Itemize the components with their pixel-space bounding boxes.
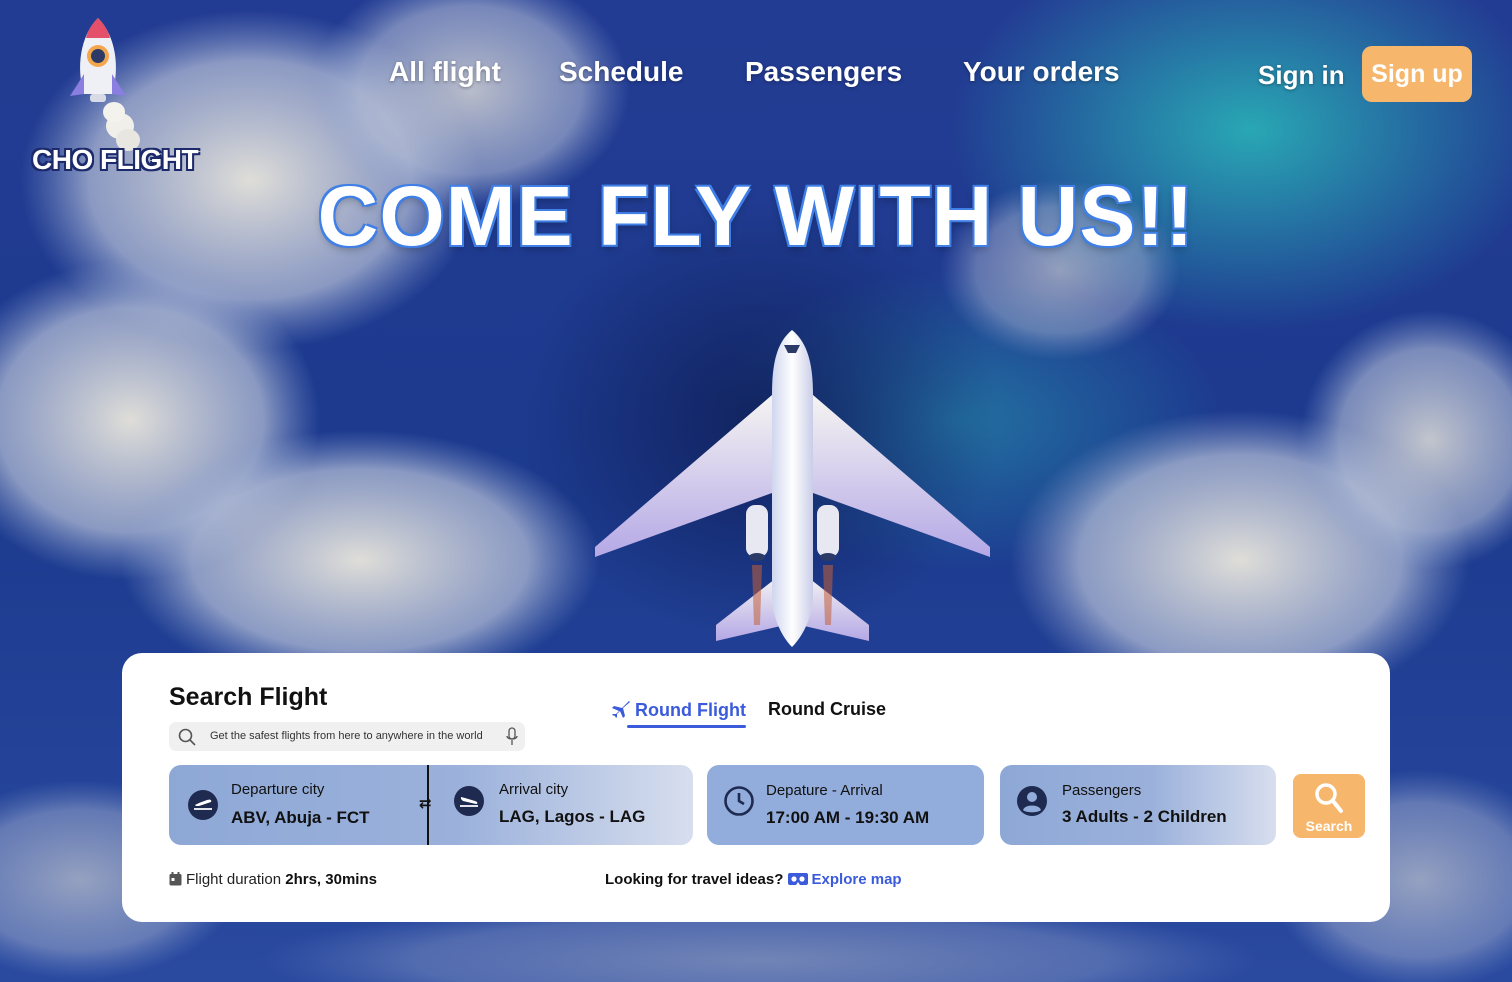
explore-map-label: Explore map [811,871,902,888]
sign-up-button[interactable]: Sign up [1362,46,1472,102]
travel-ideas-text: Looking for travel ideas? [605,871,784,888]
active-tab-indicator [627,725,746,728]
nav-link-passengers[interactable]: Passengers [745,56,902,88]
duration-label: Flight duration [186,871,282,888]
plane-landing-icon [454,786,484,816]
search-button[interactable]: Search [1293,774,1365,838]
vr-map-icon [787,873,808,885]
microphone-icon[interactable] [506,727,518,746]
search-button-label: Search [1305,818,1353,834]
duration-value: 2hrs, 30mins [285,871,377,888]
search-flight-card: Search Flight Get the safest flights fro… [122,653,1390,922]
tab-round-flight-label: Round Flight [635,700,746,720]
passengers-field[interactable]: Passengers 3 Adults - 2 Children [1000,765,1276,845]
time-label: Depature - Arrival [766,782,883,799]
user-icon [1017,786,1047,816]
search-icon [178,728,196,746]
nav-link-your-orders[interactable]: Your orders [963,56,1120,88]
calendar-icon [169,872,182,886]
travel-ideas: Looking for travel ideas? Explore map [605,871,902,888]
explore-map-link[interactable]: Explore map [787,871,902,888]
time-field[interactable]: Depature - Arrival 17:00 AM - 19:30 AM [707,765,984,845]
clock-icon [724,786,754,816]
time-value[interactable]: 17:00 AM - 19:30 AM [766,808,929,828]
search-bar[interactable]: Get the safest flights from here to anyw… [169,722,525,751]
flight-duration: Flight duration 2hrs, 30mins [169,871,377,888]
plane-takeoff-icon [188,790,218,820]
departure-value[interactable]: ABV, Abuja - FCT [231,808,370,828]
hero-headline: COME FLY WITH US!! [317,169,1195,263]
passengers-value[interactable]: 3 Adults - 2 Children [1062,807,1227,827]
nav-link-all-flight[interactable]: All flight [389,56,501,88]
departure-label: Departure city [231,781,325,798]
tab-round-flight[interactable]: Round Flight [611,699,746,721]
sign-in-link[interactable]: Sign in [1258,60,1345,91]
airplane-illustration [595,330,990,647]
nav-link-schedule[interactable]: Schedule [559,56,683,88]
tab-round-cruise[interactable]: Round Cruise [768,699,886,720]
arrival-label: Arrival city [499,781,569,798]
swap-cities-button[interactable]: ⇄ [419,794,432,812]
passengers-label: Passengers [1062,782,1142,799]
search-input[interactable]: Get the safest flights from here to anyw… [210,730,483,742]
airplane-icon [612,701,630,718]
search-icon [1315,783,1343,813]
card-title: Search Flight [169,683,328,711]
arrival-value[interactable]: LAG, Lagos - LAG [499,807,645,827]
